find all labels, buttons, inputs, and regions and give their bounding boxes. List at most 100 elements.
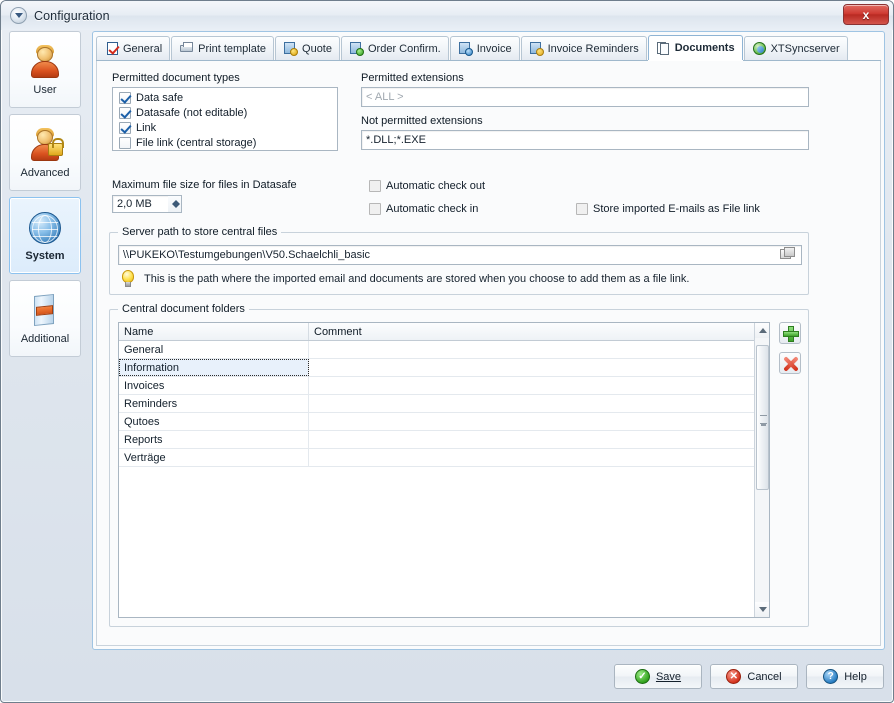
scrollbar-thumb[interactable] (756, 345, 769, 490)
server-path-hint: This is the path where the imported emai… (120, 270, 800, 288)
cell-name: General (119, 341, 309, 358)
cancel-button-label: Cancel (747, 671, 781, 683)
checkbox-data-safe[interactable]: Data safe (119, 92, 331, 104)
cell-comment (309, 341, 769, 358)
window-title: Configuration (34, 9, 110, 23)
documents-icon (656, 41, 671, 56)
tab-print-template[interactable]: Print template (171, 36, 274, 60)
cell-comment (309, 395, 769, 412)
tab-order-confirm[interactable]: Order Confirm. (341, 36, 449, 60)
tab-general[interactable]: General (96, 36, 170, 60)
table-row[interactable]: General (119, 341, 769, 359)
column-header-comment[interactable]: Comment (309, 323, 769, 340)
checkbox-label: Store imported E-mails as File link (593, 203, 760, 215)
checkbox-label: Link (136, 122, 156, 134)
central-folders-table[interactable]: Name Comment General Information (118, 322, 770, 618)
max-file-size-spinner[interactable]: 2,0 MB (112, 195, 182, 213)
central-folders-legend: Central document folders (118, 303, 249, 315)
table-body: General Information Invoices (119, 341, 769, 467)
footer-bar: ✓ Save ✕ Cancel ? Help (6, 654, 888, 698)
checkbox-file-link-central-storage[interactable]: File link (central storage) (119, 137, 331, 149)
invoice-warning-icon (529, 41, 544, 56)
cell-comment (309, 431, 769, 448)
central-folders-group: Central document folders Name Comment Ge… (109, 309, 809, 627)
tab-invoice-reminders[interactable]: Invoice Reminders (521, 36, 647, 60)
quote-percent-icon (283, 41, 298, 56)
delete-folder-button[interactable] (779, 352, 801, 374)
cell-name: Reminders (119, 395, 309, 412)
scroll-down-icon[interactable] (755, 602, 770, 617)
max-file-size-label: Maximum file size for files in Datasafe (112, 179, 297, 191)
globe-icon (27, 210, 63, 246)
sidebar-item-user[interactable]: User (9, 31, 81, 108)
tab-label: XTSyncserver (771, 43, 840, 55)
cancel-button[interactable]: ✕ Cancel (710, 664, 798, 689)
checkbox-automatic-check-in[interactable]: Automatic check in (369, 203, 478, 215)
checkbox-box (119, 137, 131, 149)
table-row[interactable]: Reports (119, 431, 769, 449)
permitted-extensions-input[interactable]: < ALL > (361, 87, 809, 107)
spinner-down-icon[interactable] (172, 204, 180, 208)
user-lock-icon (27, 127, 63, 163)
max-file-size-input[interactable]: 2,0 MB (112, 195, 168, 213)
tab-invoice[interactable]: Invoice (450, 36, 520, 60)
order-check-icon (349, 41, 364, 56)
checkbox-automatic-check-out[interactable]: Automatic check out (369, 180, 485, 192)
printer-icon (179, 41, 194, 56)
title-bar: Configuration x (1, 1, 893, 30)
help-button[interactable]: ? Help (806, 664, 884, 689)
tab-strip: General Print template Quote Order Confi… (96, 36, 881, 61)
checkbox-box (576, 203, 588, 215)
save-button-label: Save (656, 671, 681, 683)
tab-label: Quote (302, 43, 332, 55)
server-path-input[interactable]: \\PUKEKO\Testumgebungen\V50.Schaelchli_b… (118, 245, 802, 265)
folder-browse-icon[interactable] (780, 247, 796, 261)
cell-comment (309, 413, 769, 430)
checkbox-box (119, 122, 131, 134)
sidebar-item-system[interactable]: System (9, 197, 81, 274)
tab-quote[interactable]: Quote (275, 36, 340, 60)
checklist-icon (104, 41, 119, 56)
tab-documents[interactable]: Documents (648, 35, 743, 60)
help-button-label: Help (844, 671, 867, 683)
cell-name: Invoices (119, 377, 309, 394)
checkbox-label: File link (central storage) (136, 137, 256, 149)
checkbox-box (369, 180, 381, 192)
server-path-group: Server path to store central files \\PUK… (109, 232, 809, 295)
add-folder-button[interactable] (779, 322, 801, 344)
checkbox-datasafe-not-editable[interactable]: Datasafe (not editable) (119, 107, 331, 119)
checkbox-label: Automatic check in (386, 203, 478, 215)
tab-xtsyncserver[interactable]: XTSyncserver (744, 36, 848, 60)
table-row[interactable]: Reminders (119, 395, 769, 413)
save-button[interactable]: ✓ Save (614, 664, 702, 689)
documents-tab-content: Permitted document types Data safe Datas… (96, 61, 881, 646)
tab-label: Order Confirm. (368, 43, 441, 55)
server-path-hint-text: This is the path where the imported emai… (144, 273, 689, 285)
sidebar: User Advanced System (9, 31, 84, 652)
cell-comment (309, 449, 769, 466)
spinner-buttons[interactable] (168, 195, 182, 213)
client-area: User Advanced System (6, 31, 888, 652)
sync-icon (752, 41, 767, 56)
cell-name: Information (119, 359, 309, 376)
close-button[interactable]: x (843, 4, 889, 25)
sidebar-item-advanced[interactable]: Advanced (9, 114, 81, 191)
sidebar-item-additional[interactable]: Additional (9, 280, 81, 357)
table-row[interactable]: Invoices (119, 377, 769, 395)
not-permitted-extensions-label: Not permitted extensions (361, 115, 483, 127)
check-circle-icon: ✓ (635, 669, 650, 684)
table-row[interactable]: Information (119, 359, 769, 377)
column-header-name[interactable]: Name (119, 323, 309, 340)
configuration-window: Configuration x User Advanced (0, 0, 894, 703)
sidebar-item-label: Advanced (21, 167, 70, 179)
checkbox-label: Data safe (136, 92, 183, 104)
window-menu-icon[interactable] (10, 7, 27, 24)
table-row[interactable]: Verträge (119, 449, 769, 467)
checkbox-link[interactable]: Link (119, 122, 331, 134)
checkbox-store-imported-emails[interactable]: Store imported E-mails as File link (576, 203, 760, 215)
scroll-up-icon[interactable] (755, 323, 770, 338)
table-row[interactable]: Qutoes (119, 413, 769, 431)
not-permitted-extensions-input[interactable]: *.DLL;*.EXE (361, 130, 809, 150)
table-vertical-scrollbar[interactable] (754, 323, 769, 617)
sidebar-item-label: System (25, 250, 64, 262)
